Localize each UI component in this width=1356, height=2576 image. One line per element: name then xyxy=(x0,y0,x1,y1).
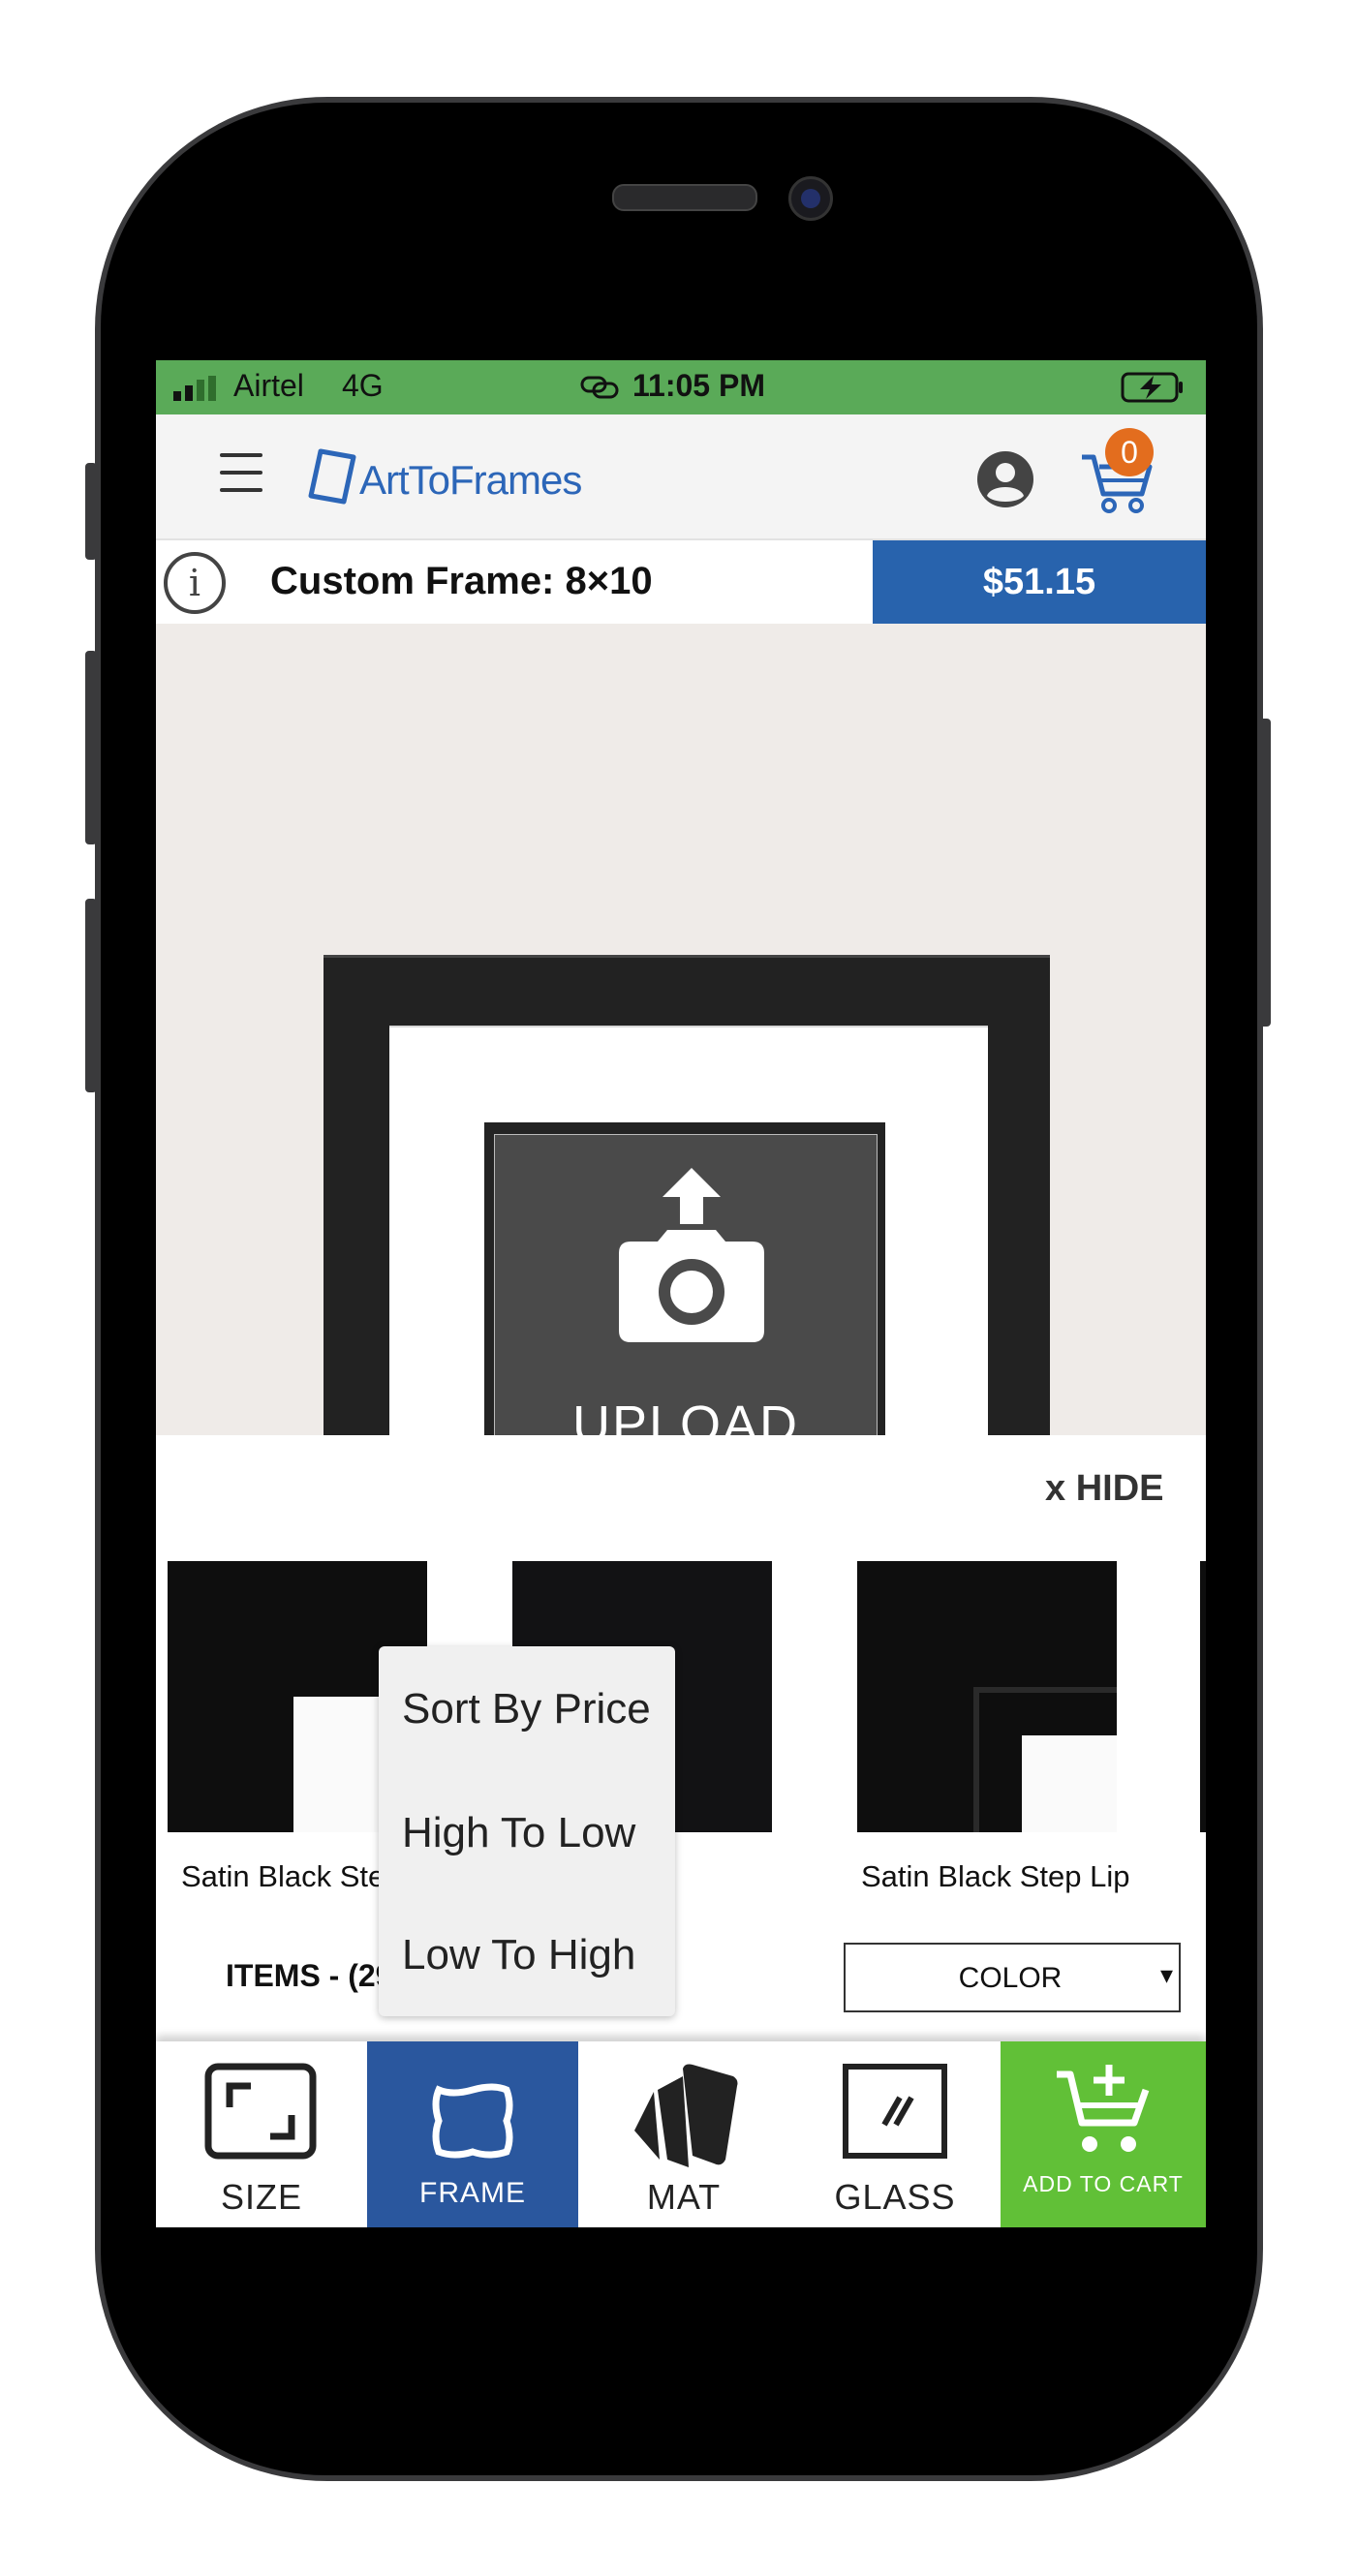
phone-mute-button xyxy=(85,463,97,560)
sort-option-low-to-high[interactable]: Low To High xyxy=(402,1931,635,1979)
hide-panel-button[interactable]: x HIDE xyxy=(1045,1468,1163,1510)
frame-option-satin-black-step-lip[interactable] xyxy=(857,1561,1117,1832)
network-type: 4G xyxy=(342,368,384,403)
sort-dropdown-menu: Sort By Price High To Low Low To High xyxy=(379,1646,675,2016)
frame-option-partial[interactable] xyxy=(1200,1561,1206,1832)
logo-icon xyxy=(308,448,356,505)
link-icon xyxy=(580,376,619,399)
glass-icon xyxy=(843,2064,947,2159)
frame-preview: UPLOAD xyxy=(324,955,1050,1485)
add-to-cart-button[interactable]: ADD TO CART xyxy=(1001,2041,1206,2227)
sort-option-high-to-low[interactable]: High To Low xyxy=(402,1809,635,1857)
frame-selection-panel: x HIDE Satin Black Stem Sa Satin Black S… xyxy=(156,1435,1206,2045)
status-time: 11:05 PM xyxy=(632,368,765,403)
bottom-nav: SIZE FRAME MAT GLASS ADD TO CART xyxy=(156,2041,1206,2227)
photo-opening: UPLOAD xyxy=(484,1122,885,1485)
tab-mat[interactable]: MAT xyxy=(578,2041,789,2227)
status-bar: Airtel 4G 11:05 PM xyxy=(156,360,1206,414)
tab-label: MAT xyxy=(646,2177,722,2217)
camera-upload-icon xyxy=(619,1168,764,1342)
upload-area[interactable]: UPLOAD xyxy=(494,1134,878,1485)
tab-label: FRAME xyxy=(419,2177,526,2209)
frame-title: Custom Frame: 8×10 xyxy=(270,560,653,602)
preview-mat: UPLOAD xyxy=(389,1026,988,1485)
tab-size[interactable]: SIZE xyxy=(156,2041,367,2227)
tab-label: GLASS xyxy=(834,2177,956,2217)
phone-volume-down-button xyxy=(85,899,97,1092)
mat-icon xyxy=(634,2064,738,2167)
battery-charging-icon xyxy=(1121,372,1183,403)
color-select-label: COLOR xyxy=(958,1962,1063,1994)
hamburger-icon[interactable] xyxy=(220,453,262,494)
frame-summary-bar: i Custom Frame: 8×10 $51.15 xyxy=(156,540,1206,624)
sort-option-header[interactable]: Sort By Price xyxy=(402,1685,651,1733)
phone-volume-up-button xyxy=(85,651,97,844)
frame-icon xyxy=(432,2083,513,2159)
thumb-mat xyxy=(1022,1735,1117,1832)
carrier-name: Airtel xyxy=(233,368,304,403)
price-display: $51.15 xyxy=(873,540,1206,624)
phone-front-camera xyxy=(788,176,833,221)
account-icon[interactable] xyxy=(975,449,1035,509)
add-to-cart-icon xyxy=(1057,2065,1150,2152)
chevron-down-icon: ▾ xyxy=(1159,1960,1173,1989)
logo-text: ArtToFrames xyxy=(359,457,582,503)
tab-label: SIZE xyxy=(220,2177,302,2217)
tab-glass[interactable]: GLASS xyxy=(789,2041,1001,2227)
tab-label: ADD TO CART xyxy=(1023,2171,1184,2196)
tab-frame[interactable]: FRAME xyxy=(367,2041,578,2227)
frame-name: Satin Black Stem xyxy=(181,1859,411,1893)
cart-count-badge: 0 xyxy=(1105,428,1154,476)
app-screen: Airtel 4G 11:05 PM ArtToFrames 0 i Custo… xyxy=(156,360,1206,2227)
frame-name: Satin Black Step Lip xyxy=(861,1859,1130,1893)
signal-icon xyxy=(173,376,216,401)
color-filter-select[interactable]: COLOR ▾ xyxy=(844,1943,1181,2012)
phone-power-button xyxy=(1259,719,1271,1027)
phone-speaker xyxy=(612,184,757,211)
info-icon[interactable]: i xyxy=(164,552,226,614)
app-header: ArtToFrames xyxy=(156,414,1206,540)
size-icon xyxy=(204,2063,317,2160)
